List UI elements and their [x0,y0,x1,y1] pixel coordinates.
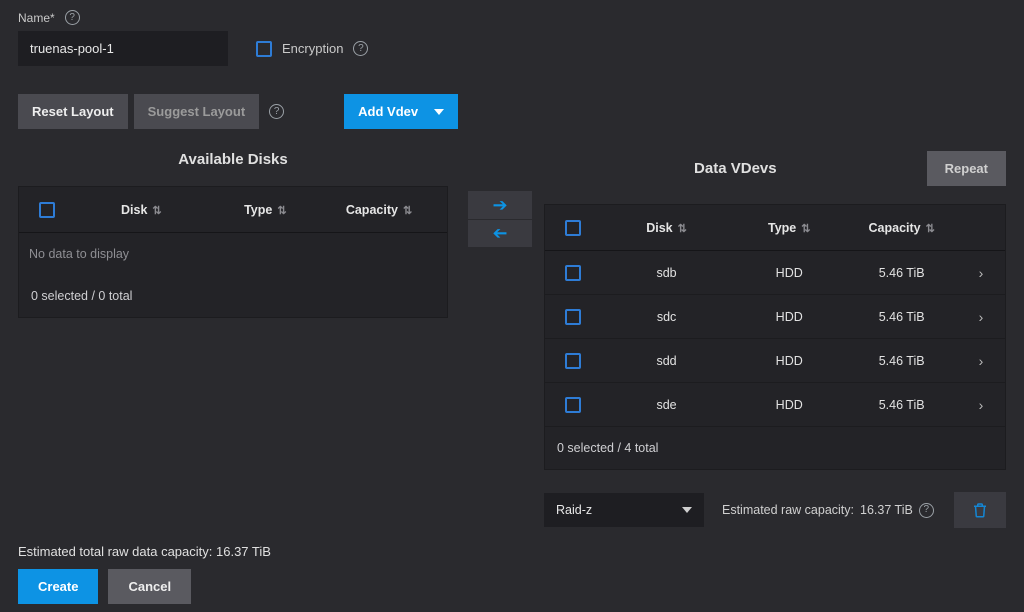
sort-icon: ⇅ [152,205,161,217]
move-right-button[interactable]: ➔ [468,191,532,219]
add-vdev-button[interactable]: Add Vdev [344,94,458,129]
row-checkbox[interactable] [565,353,581,369]
row-checkbox[interactable] [565,309,581,325]
cell-type: HDD [738,266,840,280]
sort-icon: ⇅ [801,223,810,235]
cell-capacity: 5.46 TiB [840,266,963,280]
table-row[interactable]: sdd HDD 5.46 TiB › [545,339,1005,383]
cell-disk: sdb [595,266,738,280]
estimated-raw-value: 16.37 TiB [860,503,913,517]
delete-vdev-button[interactable] [954,492,1006,528]
help-icon[interactable]: ? [269,104,284,119]
transfer-arrows: ➔ ➔ [468,191,532,247]
chevron-right-icon[interactable]: › [963,353,999,369]
encryption-checkbox[interactable] [256,41,272,57]
available-footer: 0 selected / 0 total [19,275,447,317]
encryption-label: Encryption [282,41,343,56]
create-button[interactable]: Create [18,569,98,604]
col-header-type[interactable]: Type⇅ [738,221,840,235]
cancel-button[interactable]: Cancel [108,569,191,604]
help-icon[interactable]: ? [919,503,934,518]
cell-disk: sde [595,398,738,412]
col-header-capacity[interactable]: Capacity⇅ [317,203,441,217]
sort-icon: ⇅ [277,205,286,217]
raid-selected-label: Raid-z [556,503,592,517]
add-vdev-label: Add Vdev [358,104,418,119]
table-row[interactable]: sde HDD 5.46 TiB › [545,383,1005,427]
estimated-raw-label: Estimated raw capacity: [722,503,854,517]
available-disks-table: Disk⇅ Type⇅ Capacity⇅ No data to display… [18,186,448,318]
col-header-disk[interactable]: Disk⇅ [595,221,738,235]
col-header-capacity[interactable]: Capacity⇅ [840,221,963,235]
cell-type: HDD [738,398,840,412]
cell-capacity: 5.46 TiB [840,310,963,324]
select-all-checkbox[interactable] [565,220,581,236]
available-empty-text: No data to display [19,233,447,275]
row-checkbox[interactable] [565,397,581,413]
suggest-layout-button[interactable]: Suggest Layout [134,94,260,129]
chevron-right-icon[interactable]: › [963,309,999,325]
sort-icon: ⇅ [678,223,687,235]
cell-type: HDD [738,310,840,324]
vdevs-footer: 0 selected / 4 total [545,427,1005,469]
move-left-button[interactable]: ➔ [468,219,532,247]
select-all-checkbox[interactable] [39,202,55,218]
help-icon[interactable]: ? [65,10,80,25]
cell-type: HDD [738,354,840,368]
data-vdevs-table: Disk⇅ Type⇅ Capacity⇅ sdb HDD 5.46 TiB ›… [544,204,1006,470]
pool-name-input[interactable] [18,31,228,66]
cell-disk: sdd [595,354,738,368]
sort-icon: ⇅ [403,205,412,217]
cell-capacity: 5.46 TiB [840,354,963,368]
chevron-right-icon[interactable]: › [963,397,999,413]
name-label: Name* [18,11,55,25]
table-row[interactable]: sdc HDD 5.46 TiB › [545,295,1005,339]
caret-down-icon [682,507,692,513]
available-disks-title: Available Disks [18,151,448,168]
total-capacity-value: 16.37 TiB [216,544,271,559]
table-row[interactable]: sdb HDD 5.46 TiB › [545,251,1005,295]
raid-type-select[interactable]: Raid-z [544,493,704,527]
col-header-disk[interactable]: Disk⇅ [69,203,214,217]
total-capacity-label: Estimated total raw data capacity: [18,544,212,559]
reset-layout-button[interactable]: Reset Layout [18,94,128,129]
cell-disk: sdc [595,310,738,324]
cell-capacity: 5.46 TiB [840,398,963,412]
sort-icon: ⇅ [926,223,935,235]
repeat-button[interactable]: Repeat [927,151,1006,186]
data-vdevs-title: Data VDevs [544,160,927,177]
caret-down-icon [434,109,444,115]
col-header-type[interactable]: Type⇅ [214,203,317,217]
row-checkbox[interactable] [565,265,581,281]
chevron-right-icon[interactable]: › [963,265,999,281]
help-icon[interactable]: ? [353,41,368,56]
